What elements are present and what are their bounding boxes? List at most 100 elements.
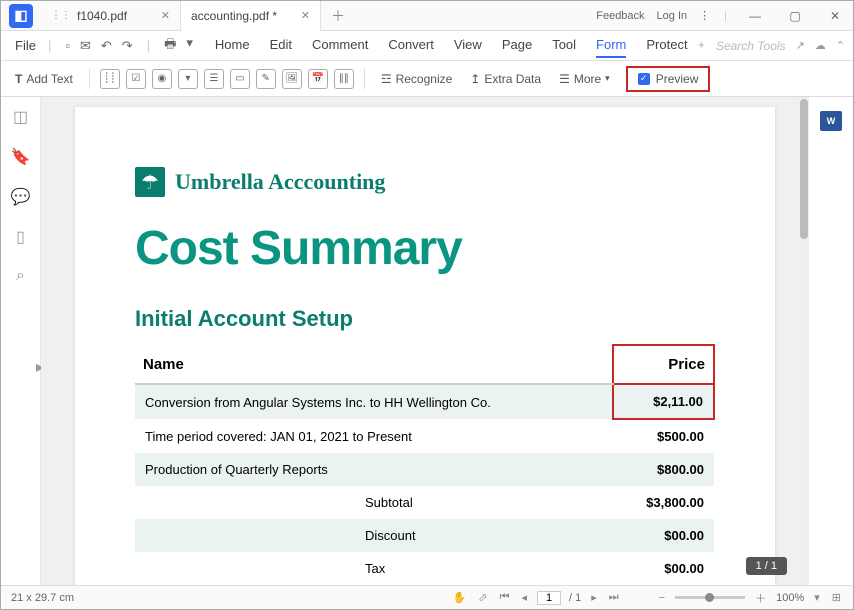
- feedback-link[interactable]: Feedback: [596, 10, 644, 22]
- tab-pin-icon: ⋮⋮: [51, 10, 71, 21]
- wand-icon[interactable]: ✦: [697, 39, 706, 52]
- add-text-label: Add Text: [26, 72, 72, 86]
- mail-icon[interactable]: ✉: [80, 38, 91, 54]
- hand-tool-icon[interactable]: ✋: [451, 591, 469, 604]
- undo-icon[interactable]: ↶: [101, 38, 112, 54]
- menu-edit[interactable]: Edit: [270, 33, 292, 58]
- print-dropdown-icon[interactable]: ▾: [186, 35, 193, 57]
- print-icon[interactable]: 🖶: [164, 35, 176, 57]
- zoom-slider[interactable]: [675, 596, 745, 599]
- cost-table: Name Price Conversion from Angular Syste…: [135, 344, 715, 585]
- text-field-icon[interactable]: ┊┊: [100, 69, 120, 89]
- tab-accounting[interactable]: accounting.pdf * ✕: [181, 1, 321, 31]
- file-menu[interactable]: File: [9, 38, 42, 53]
- pdf-page: ☂ Umbrella Acccounting Cost Summary Init…: [75, 107, 775, 587]
- search-panel-icon[interactable]: ⌕: [16, 267, 25, 285]
- login-link[interactable]: Log In: [657, 10, 688, 22]
- more-vert-icon[interactable]: ⋮: [699, 9, 710, 22]
- brand-name: Umbrella Acccounting: [175, 169, 385, 195]
- next-page-icon[interactable]: ▸: [589, 591, 599, 604]
- attachments-icon[interactable]: ▯: [16, 227, 25, 247]
- new-tab-button[interactable]: ＋: [321, 6, 355, 26]
- status-bar: 21 x 29.7 cm ✋ ⬀ ⏮ ◂ / 1 ▸ ⏭ − ＋ 100% ▾ …: [1, 585, 853, 609]
- comments-icon[interactable]: 💬: [11, 187, 31, 207]
- right-sidebar: W: [809, 97, 853, 587]
- form-toolbar: T Add Text ┊┊ ☑ ◉ ▾ ☰ ▭ ✎ 🖼 📅 ∥∥ ☲ Recog…: [1, 61, 853, 97]
- image-field-icon[interactable]: 🖼: [282, 69, 302, 89]
- preview-toggle[interactable]: ✓ Preview: [626, 66, 711, 92]
- tax-label: Tax: [135, 552, 613, 585]
- menu-page[interactable]: Page: [502, 33, 532, 58]
- more-icon: ☰: [559, 72, 570, 86]
- tax-value: $00.00: [613, 552, 714, 585]
- minimize-button[interactable]: —: [741, 2, 769, 30]
- menu-convert[interactable]: Convert: [388, 33, 434, 58]
- menu-protect[interactable]: Protect: [646, 33, 687, 58]
- preview-check-icon: ✓: [638, 73, 650, 85]
- fit-page-icon[interactable]: ⊞: [830, 591, 843, 604]
- doc-title: Cost Summary: [135, 221, 715, 276]
- menu-comment[interactable]: Comment: [312, 33, 368, 58]
- more-button[interactable]: ☰ More ▾: [553, 68, 616, 90]
- select-tool-icon[interactable]: ⬀: [476, 591, 489, 604]
- app-logo-icon: ◧: [9, 4, 33, 28]
- vertical-scrollbar[interactable]: [799, 97, 809, 587]
- close-icon[interactable]: ✕: [301, 9, 310, 22]
- row-name: Production of Quarterly Reports: [135, 453, 613, 486]
- signature-field-icon[interactable]: ✎: [256, 69, 276, 89]
- preview-label: Preview: [656, 72, 699, 86]
- share-icon[interactable]: ↗: [796, 39, 805, 52]
- date-field-icon[interactable]: 📅: [308, 69, 328, 89]
- bookmarks-icon[interactable]: 🔖: [11, 147, 31, 167]
- recognize-icon: ☲: [381, 72, 392, 86]
- subtotal-value: $3,800.00: [613, 486, 714, 519]
- search-tools-input[interactable]: Search Tools: [716, 39, 786, 53]
- discount-label: Discount: [135, 519, 613, 552]
- checkbox-field-icon[interactable]: ☑: [126, 69, 146, 89]
- page-indicator-badge: 1 / 1: [746, 557, 787, 575]
- last-page-icon[interactable]: ⏭: [607, 591, 621, 604]
- zoom-out-icon[interactable]: −: [657, 592, 667, 604]
- title-bar: ◧ ⋮⋮ f1040.pdf ✕ accounting.pdf * ✕ ＋ Fe…: [1, 1, 853, 31]
- save-icon[interactable]: ▫: [65, 38, 70, 54]
- convert-word-icon[interactable]: W: [820, 111, 842, 131]
- dropdown-field-icon[interactable]: ▾: [178, 69, 198, 89]
- add-text-button[interactable]: T Add Text: [9, 68, 79, 90]
- zoom-dropdown-icon[interactable]: ▾: [812, 591, 822, 604]
- recognize-button[interactable]: ☲ Recognize: [375, 68, 458, 90]
- menu-form[interactable]: Form: [596, 33, 626, 58]
- extra-data-button[interactable]: ↥ Extra Data: [464, 68, 547, 90]
- row-price: $2,11.00: [613, 384, 714, 419]
- redo-icon[interactable]: ↷: [122, 38, 133, 54]
- menu-view[interactable]: View: [454, 33, 482, 58]
- menu-home[interactable]: Home: [215, 33, 250, 58]
- document-canvas[interactable]: ☂ Umbrella Acccounting Cost Summary Init…: [41, 97, 809, 587]
- thumbnails-icon[interactable]: ◫: [13, 107, 28, 127]
- first-page-icon[interactable]: ⏮: [498, 591, 512, 604]
- page-number-input[interactable]: [537, 591, 561, 605]
- upload-icon: ↥: [470, 72, 480, 86]
- th-price: Price: [613, 345, 714, 384]
- barcode-field-icon[interactable]: ∥∥: [334, 69, 354, 89]
- cloud-icon[interactable]: ☁: [815, 39, 826, 52]
- menu-tool[interactable]: Tool: [552, 33, 576, 58]
- chevron-down-icon: ▾: [605, 73, 610, 84]
- row-price: $800.00: [613, 453, 714, 486]
- button-field-icon[interactable]: ▭: [230, 69, 250, 89]
- maximize-button[interactable]: ▢: [781, 2, 809, 30]
- discount-value: $00.00: [613, 519, 714, 552]
- th-name: Name: [135, 345, 613, 384]
- section-title: Initial Account Setup: [135, 306, 715, 332]
- tab-f1040[interactable]: ⋮⋮ f1040.pdf ✕: [41, 1, 181, 31]
- list-field-icon[interactable]: ☰: [204, 69, 224, 89]
- extra-data-label: Extra Data: [484, 72, 541, 86]
- prev-page-icon[interactable]: ◂: [519, 591, 529, 604]
- close-button[interactable]: ✕: [821, 2, 849, 30]
- chevron-up-icon[interactable]: ⌃: [836, 39, 845, 52]
- zoom-in-icon[interactable]: ＋: [753, 590, 768, 606]
- page-total: / 1: [569, 592, 581, 604]
- page-dimensions: 21 x 29.7 cm: [11, 592, 74, 604]
- close-icon[interactable]: ✕: [161, 9, 170, 22]
- radio-field-icon[interactable]: ◉: [152, 69, 172, 89]
- tab-label: accounting.pdf *: [191, 9, 277, 23]
